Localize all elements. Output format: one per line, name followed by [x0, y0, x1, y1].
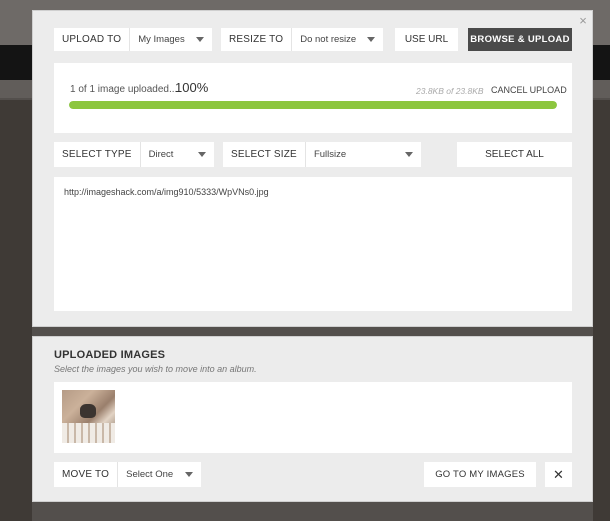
resize-to-value: Do not resize: [300, 34, 357, 45]
select-type-select[interactable]: SELECT TYPE Direct: [54, 142, 214, 167]
upload-percent: 100%: [175, 80, 209, 95]
upload-status-text: 1 of 1 image uploaded...: [70, 84, 178, 95]
resize-to-value-wrap: Do not resize: [292, 28, 383, 51]
close-icon[interactable]: ✕: [545, 462, 572, 487]
cancel-upload-button[interactable]: CANCEL UPLOAD: [491, 85, 567, 95]
browse-upload-button[interactable]: BROWSE & UPLOAD: [468, 28, 572, 51]
chevron-down-icon: [196, 37, 204, 42]
thumbnail-subject: [80, 404, 96, 418]
move-to-value-wrap: Select One: [118, 462, 201, 487]
image-url-output[interactable]: http://imageshack.com/a/img910/5333/WpVN…: [54, 177, 572, 311]
upload-to-select[interactable]: UPLOAD TO My Images: [54, 28, 212, 51]
resize-to-label: RESIZE TO: [229, 34, 284, 45]
close-modal-icon[interactable]: ×: [576, 14, 590, 28]
upload-to-value: My Images: [138, 34, 185, 45]
select-size-value: Fullsize: [313, 149, 347, 160]
thumbnail-fence: [62, 423, 115, 443]
upload-to-value-wrap: My Images: [130, 28, 212, 51]
go-to-my-images-label: GO TO MY IMAGES: [435, 469, 525, 480]
move-to-value: Select One: [126, 469, 174, 480]
browse-upload-label: BROWSE & UPLOAD: [470, 34, 570, 45]
select-all-label: SELECT ALL: [485, 149, 544, 160]
background-thumb: [0, 100, 32, 521]
use-url-button[interactable]: USE URL: [395, 28, 458, 51]
progress-bar-fill: [69, 101, 557, 109]
upload-modal: × UPLOAD TO My Images RESIZE TO Do not r…: [32, 10, 593, 327]
select-size-value-wrap: Fullsize: [306, 142, 421, 167]
select-type-value: Direct: [148, 149, 174, 160]
chevron-down-icon: [185, 472, 193, 477]
chevron-down-icon: [405, 152, 413, 157]
chevron-down-icon: [198, 152, 206, 157]
select-all-button[interactable]: SELECT ALL: [457, 142, 572, 167]
progress-bar-track: [69, 101, 557, 109]
go-to-my-images-button[interactable]: GO TO MY IMAGES: [424, 462, 536, 487]
background-thumb: [593, 100, 610, 521]
upload-to-label: UPLOAD TO: [62, 34, 122, 45]
use-url-label: USE URL: [404, 34, 449, 45]
uploaded-images-grid: [54, 382, 572, 453]
chevron-down-icon: [367, 37, 375, 42]
select-type-label: SELECT TYPE: [62, 149, 132, 160]
uploaded-image-thumbnail[interactable]: [62, 390, 115, 443]
image-url-text[interactable]: http://imageshack.com/a/img910/5333/WpVN…: [64, 187, 269, 197]
resize-to-select[interactable]: RESIZE TO Do not resize: [221, 28, 383, 51]
uploaded-images-panel: UPLOADED IMAGES Select the images you wi…: [32, 336, 593, 502]
upload-progress-panel: 1 of 1 image uploaded... 100% 23.8KB of …: [54, 63, 572, 133]
upload-size-text: 23.8KB of 23.8KB: [416, 86, 484, 96]
select-size-label: SELECT SIZE: [231, 149, 297, 160]
move-to-select[interactable]: MOVE TO Select One: [54, 462, 201, 487]
uploaded-images-subtitle: Select the images you wish to move into …: [54, 364, 257, 374]
select-size-select[interactable]: SELECT SIZE Fullsize: [223, 142, 421, 167]
uploaded-images-title: UPLOADED IMAGES: [54, 349, 166, 361]
move-to-label: MOVE TO: [62, 469, 110, 480]
select-type-value-wrap: Direct: [141, 142, 214, 167]
